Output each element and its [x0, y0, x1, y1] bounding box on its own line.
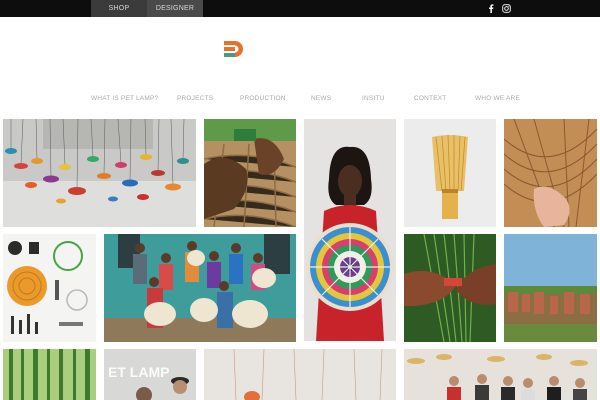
nav-insitu[interactable]: INSITU — [362, 95, 385, 102]
svg-text:ET LAMP: ET LAMP — [108, 364, 169, 380]
bamboo-forest-image — [3, 349, 96, 400]
pet-lamp-sign-people-image: ET LAMP — [104, 349, 196, 400]
team-under-lamps-image — [404, 349, 597, 400]
gallery-tile-green-fibers[interactable] — [404, 234, 496, 342]
gallery-tile-whisk-lamp[interactable] — [404, 119, 496, 227]
lamp-cables-room-image — [204, 349, 396, 400]
tab-designer[interactable]: DESIGNER — [147, 0, 203, 17]
instagram-icon[interactable] — [501, 3, 511, 13]
nav-who-we-are[interactable]: WHO WE ARE — [475, 95, 520, 102]
hand-on-wicker-image — [504, 119, 597, 227]
nav-news[interactable]: NEWS — [311, 95, 331, 102]
main-nav: WHAT IS PET LAMP? PROJECTS PRODUCTION NE… — [0, 95, 600, 107]
gallery-tile-bamboo-forest[interactable] — [3, 349, 96, 400]
nav-production[interactable]: PRODUCTION — [240, 95, 286, 102]
gallery-tile-cable-room[interactable] — [204, 349, 396, 400]
hands-weaving-image — [204, 119, 296, 227]
facebook-icon[interactable] — [486, 3, 496, 13]
gallery-tile-hands-weaving[interactable] — [204, 119, 296, 227]
top-bar: SHOP DESIGNER — [0, 0, 600, 17]
hands-with-green-fibers-image — [404, 234, 496, 342]
hanging-lamps-image — [3, 119, 196, 227]
nav-what-is-pet-lamp[interactable]: WHAT IS PET LAMP? — [91, 95, 158, 102]
tab-shop[interactable]: SHOP — [91, 0, 147, 17]
petlamp-logo-icon[interactable] — [224, 41, 244, 57]
gallery-tile-wicker-hand[interactable] — [504, 119, 597, 227]
woman-with-woven-plate-image — [304, 119, 396, 341]
bamboo-whisk-lamp-image — [404, 119, 496, 227]
lamp-parts-layout-image — [3, 234, 96, 342]
gallery-tile-weaver-group[interactable] — [104, 234, 296, 342]
gallery-tile-team-lamps[interactable] — [404, 349, 597, 400]
gallery-tile-pet-lamp-sign[interactable]: ET LAMP — [104, 349, 196, 400]
gallery-tile-hanging-lamps[interactable] — [3, 119, 196, 227]
weaver-group-image — [104, 234, 296, 342]
nav-projects[interactable]: PROJECTS — [177, 95, 213, 102]
gallery-tile-lamp-parts[interactable] — [3, 234, 96, 342]
gallery-tile-drying-fields[interactable] — [504, 234, 597, 342]
nav-context[interactable]: CONTEXT — [414, 95, 446, 102]
gallery-tile-woman-plate[interactable] — [304, 119, 396, 341]
fields-with-drying-fibers-image — [504, 234, 597, 342]
